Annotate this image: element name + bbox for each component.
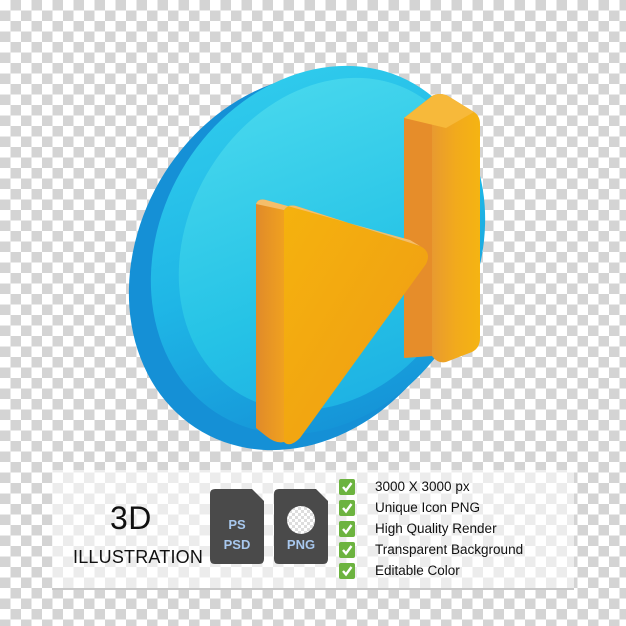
check-icon [339, 478, 355, 495]
png-file-icon: PNG [274, 489, 328, 564]
bar-front [432, 94, 480, 363]
check-icon [339, 520, 355, 537]
title-illustration: ILLUSTRATION [73, 547, 204, 567]
feature-label: Transparent Background [375, 542, 524, 557]
feature-item: Unique Icon PNG [339, 497, 523, 518]
feature-label: High Quality Render [375, 521, 497, 536]
title-3d: 3D [110, 500, 152, 536]
check-icon [339, 541, 355, 558]
feature-label: Unique Icon PNG [375, 500, 481, 515]
check-icon [339, 562, 355, 579]
psd-label-psd: PSD [223, 537, 251, 552]
feature-item: Editable Color [339, 560, 523, 581]
png-label: PNG [286, 537, 316, 552]
transparency-circle-icon [287, 506, 315, 534]
feature-label: Editable Color [375, 563, 460, 578]
triangle-side [256, 199, 284, 443]
psd-label-ps: PS [228, 517, 246, 532]
bar-side [404, 96, 432, 358]
feature-item: Transparent Background [339, 539, 523, 560]
next-track-3d-illustration [128, 65, 486, 451]
feature-item: 3000 X 3000 px [339, 476, 523, 497]
feature-label: 3000 X 3000 px [375, 479, 470, 494]
feature-list: 3000 X 3000 px Unique Icon PNG High Qual… [339, 476, 523, 581]
psd-file-icon: PS PSD [210, 489, 264, 564]
check-icon [339, 499, 355, 516]
feature-item: High Quality Render [339, 518, 523, 539]
